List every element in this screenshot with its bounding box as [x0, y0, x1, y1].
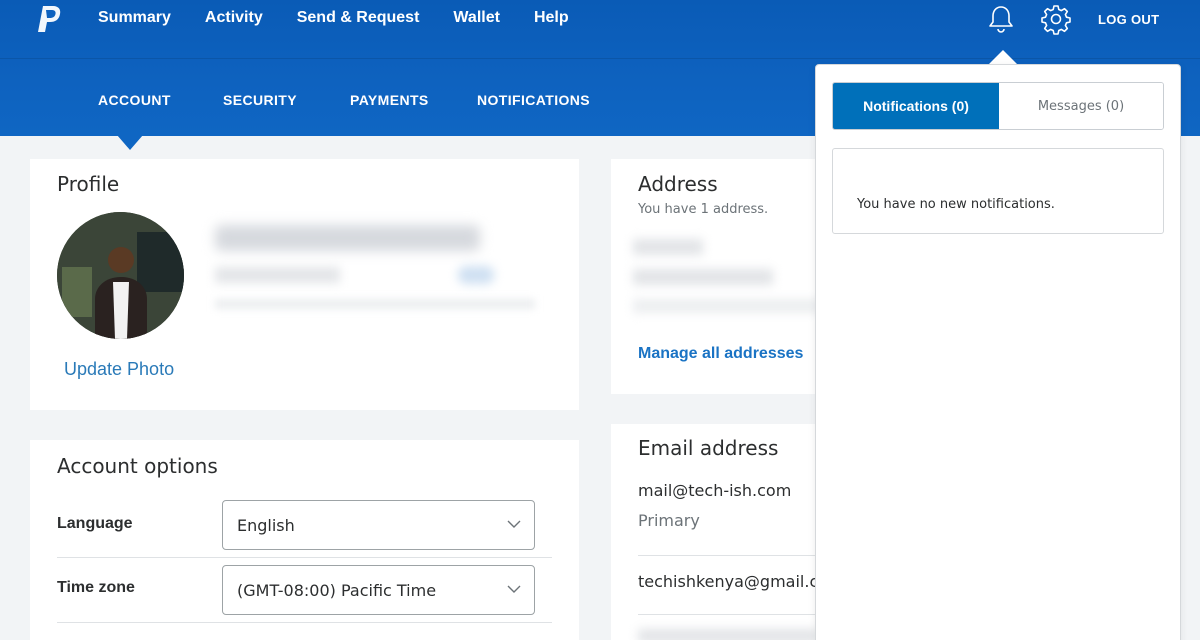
nav-summary[interactable]: Summary	[98, 9, 171, 27]
secondary-email: techishkenya@gmail.com	[638, 572, 844, 591]
account-options-card: Account options Language English Time zo…	[30, 440, 579, 640]
tab-notifications-panel[interactable]: Notifications (0)	[833, 83, 999, 129]
profile-photo-icon	[57, 212, 184, 339]
header-divider	[0, 58, 1200, 59]
timezone-select[interactable]: (GMT-08:00) Pacific Time	[222, 565, 535, 615]
logout-button[interactable]: LOG OUT	[1098, 12, 1159, 27]
profile-card: Profile Update Photo	[30, 159, 579, 410]
notifications-tabs: Notifications (0) Messages (0)	[832, 82, 1164, 130]
chevron-down-icon	[507, 585, 521, 593]
gear-icon[interactable]	[1040, 3, 1072, 35]
empty-notifications-text: You have no new notifications.	[857, 197, 1055, 212]
account-options-title: Account options	[57, 454, 218, 478]
primary-email: mail@tech-ish.com	[638, 481, 792, 500]
profile-title: Profile	[57, 172, 120, 196]
paypal-logo-icon[interactable]	[34, 4, 64, 36]
avatar[interactable]	[57, 212, 184, 339]
language-value: English	[237, 516, 295, 535]
manage-addresses-link[interactable]: Manage all addresses	[638, 345, 803, 363]
dropdown-caret	[988, 50, 1018, 65]
account-subnav: ACCOUNT SECURITY PAYMENTS NOTIFICATIONS	[98, 92, 590, 108]
language-label: Language	[57, 515, 133, 532]
tab-account[interactable]: ACCOUNT	[98, 92, 223, 108]
tab-messages-panel[interactable]: Messages (0)	[999, 83, 1163, 129]
redacted-badge	[458, 266, 494, 284]
redacted-email	[638, 629, 818, 640]
redacted-name	[215, 225, 480, 251]
nav-help[interactable]: Help	[534, 9, 569, 27]
primary-label: Primary	[638, 511, 700, 530]
tab-payments[interactable]: PAYMENTS	[350, 92, 477, 108]
nav-send-request[interactable]: Send & Request	[297, 9, 420, 27]
notifications-dropdown: Notifications (0) Messages (0) You have …	[815, 64, 1181, 640]
nav-activity[interactable]: Activity	[205, 9, 263, 27]
active-tab-indicator	[117, 135, 143, 150]
tab-security[interactable]: SECURITY	[223, 92, 350, 108]
update-photo-link[interactable]: Update Photo	[64, 359, 174, 380]
redacted-address-line	[633, 239, 703, 255]
timezone-label: Time zone	[57, 579, 135, 596]
redacted-address-line	[633, 299, 823, 313]
top-nav: Summary Activity Send & Request Wallet H…	[98, 9, 569, 27]
address-count: You have 1 address.	[638, 202, 769, 217]
redacted-address-line	[633, 269, 773, 285]
address-title: Address	[638, 172, 718, 196]
bell-icon[interactable]	[986, 4, 1016, 34]
nav-wallet[interactable]: Wallet	[453, 9, 500, 27]
email-title: Email address	[638, 436, 779, 460]
timezone-value: (GMT-08:00) Pacific Time	[237, 581, 437, 600]
divider	[57, 557, 552, 558]
notifications-list: You have no new notifications.	[832, 148, 1164, 234]
tab-notifications[interactable]: NOTIFICATIONS	[477, 92, 590, 108]
redacted-detail	[215, 267, 340, 283]
divider	[57, 622, 552, 623]
chevron-down-icon	[507, 520, 521, 528]
redacted-line	[215, 299, 535, 309]
language-select[interactable]: English	[222, 500, 535, 550]
